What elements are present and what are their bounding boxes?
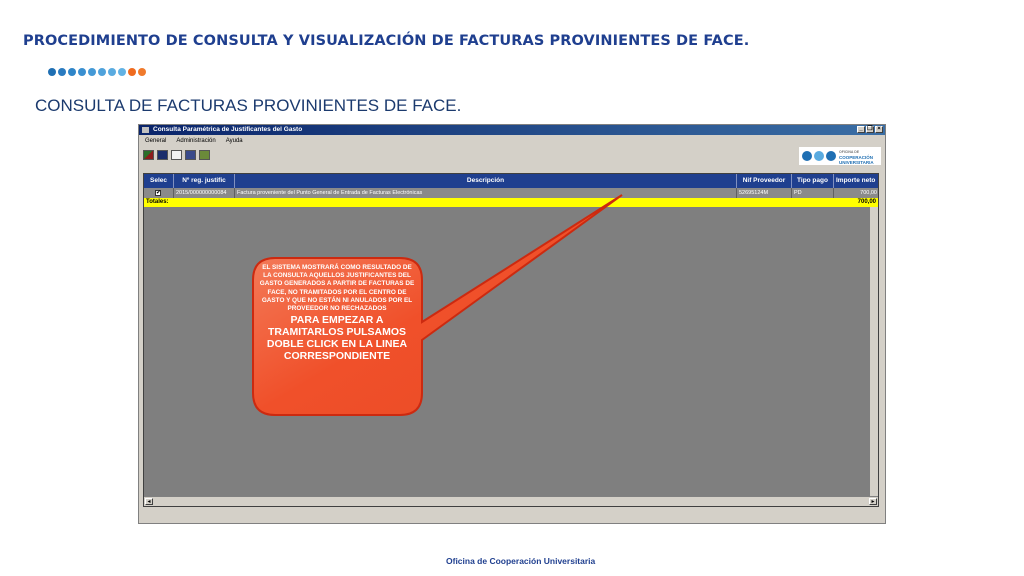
- slide-footer: Oficina de Cooperación Universitaria: [446, 556, 596, 566]
- callout-description: EL SISTEMA MOSTRARÁ COMO RESULTADO DE LA…: [259, 264, 415, 313]
- callout-box: EL SISTEMA MOSTRARÁ COMO RESULTADO DE LA…: [258, 264, 416, 362]
- callout-shape: [252, 194, 623, 416]
- callout-instruction: PARA EMPEZAR A TRAMITARLOS PULSAMOS DOBL…: [266, 314, 408, 363]
